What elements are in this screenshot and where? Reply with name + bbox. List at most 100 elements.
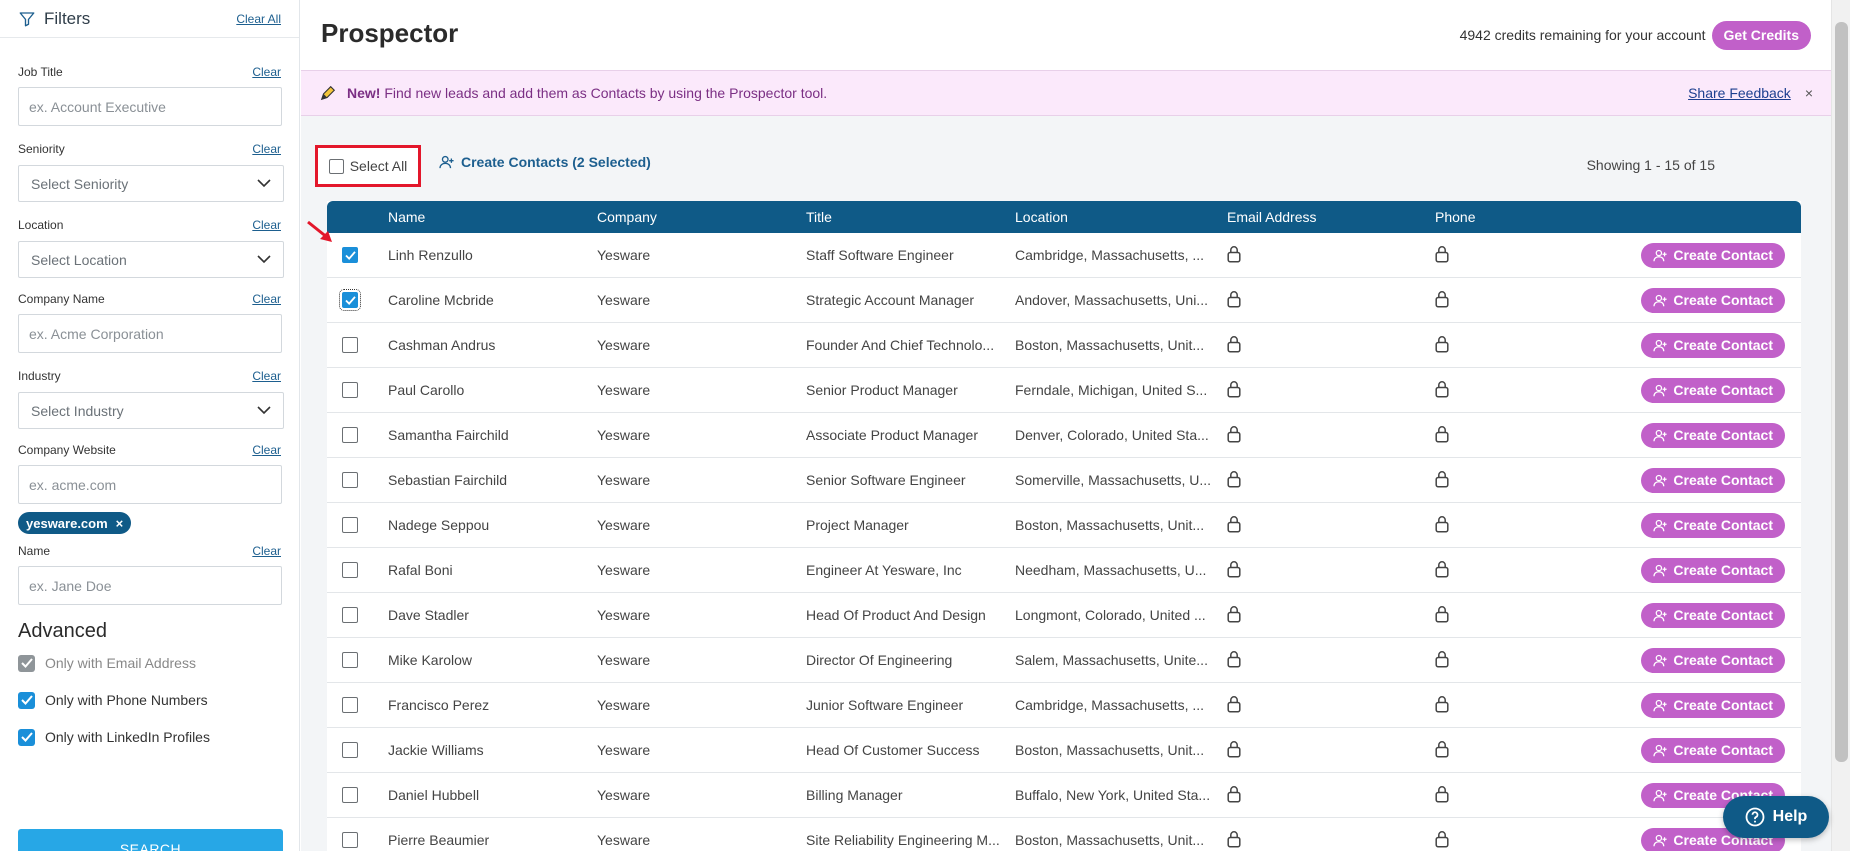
create-contact-button[interactable]: Create Contact (1641, 737, 1785, 763)
cell-location: Longmont, Colorado, United ... (1015, 607, 1206, 623)
create-contact-label: Create Contact (1673, 382, 1773, 398)
cell-name: Daniel Hubbell (388, 787, 480, 803)
add-user-icon (1653, 654, 1667, 666)
row-checkbox-checked[interactable] (339, 289, 361, 311)
only-email-option[interactable]: Only with Email Address (18, 652, 281, 674)
row-checkbox-checked[interactable] (342, 247, 358, 263)
location-select[interactable]: Select Location (18, 241, 284, 278)
checkbox-checked[interactable] (18, 728, 35, 746)
seniority-clear-link[interactable]: Clear (252, 142, 281, 156)
add-user-icon (439, 155, 454, 169)
create-contacts-selected-button[interactable]: Create Contacts (2 Selected) (439, 154, 651, 170)
create-contact-button[interactable]: Create Contact (1641, 557, 1785, 583)
row-checkbox-unchecked[interactable] (342, 427, 358, 443)
chip-remove-icon[interactable]: × (116, 516, 124, 531)
cell-name: Cashman Andrus (388, 337, 496, 353)
only-phone-label: Only with Phone Numbers (45, 692, 208, 708)
only-email-label: Only with Email Address (45, 655, 196, 671)
help-button[interactable]: Help (1723, 796, 1829, 838)
name-input[interactable] (18, 566, 282, 605)
add-user-icon (1653, 834, 1667, 846)
cell-title: Director Of Engineering (806, 652, 953, 668)
row-checkbox-unchecked[interactable] (342, 787, 358, 803)
cell-email-locked (1224, 740, 1432, 761)
industry-select[interactable]: Select Industry (18, 392, 284, 429)
row-checkbox-unchecked[interactable] (342, 337, 358, 353)
create-contact-label: Create Contact (1673, 697, 1773, 713)
lock-icon (1435, 830, 1449, 848)
filters-sidebar: Filters Clear All Job Title Clear Senior… (0, 0, 300, 851)
help-label: Help (1772, 808, 1808, 825)
row-checkbox-unchecked[interactable] (342, 652, 358, 668)
row-checkbox-unchecked[interactable] (342, 472, 358, 488)
name-clear-link[interactable]: Clear (252, 544, 281, 558)
cell-phone-locked (1432, 380, 1632, 401)
create-contact-button[interactable]: Create Contact (1641, 377, 1785, 403)
lock-icon (1227, 470, 1241, 488)
create-contact-button[interactable]: Create Contact (1641, 602, 1785, 628)
company-name-clear-link[interactable]: Clear (252, 292, 281, 306)
row-checkbox-unchecked[interactable] (342, 607, 358, 623)
cell-name: Rafal Boni (388, 562, 453, 578)
cell-title: Engineer At Yesware, Inc (806, 562, 962, 578)
get-credits-button[interactable]: Get Credits (1711, 20, 1811, 50)
share-feedback-link[interactable]: Share Feedback (1688, 85, 1791, 101)
lock-icon (1435, 380, 1449, 398)
search-button[interactable]: SEARCH (18, 829, 283, 851)
table-row: Pierre Beaumier Yesware Site Reliability E… (327, 818, 1801, 851)
company-name-input[interactable] (18, 314, 282, 353)
page-scrollbar[interactable] (1831, 0, 1850, 851)
seniority-label: Seniority (18, 142, 65, 156)
create-contact-label: Create Contact (1673, 472, 1773, 488)
job-title-input[interactable] (18, 87, 282, 126)
create-contact-button[interactable]: Create Contact (1641, 287, 1785, 313)
chevron-down-icon (257, 179, 271, 188)
top-bar: Prospector 4942 credits remaining for yo… (301, 0, 1831, 70)
only-phone-option[interactable]: Only with Phone Numbers (18, 689, 281, 711)
checkbox-checked[interactable] (18, 691, 35, 709)
cell-email-locked (1224, 470, 1432, 491)
cell-location: Boston, Massachusetts, Unit... (1015, 832, 1205, 848)
cell-title: Billing Manager (806, 787, 903, 803)
clear-all-link[interactable]: Clear All (236, 12, 281, 26)
company-website-input[interactable] (18, 465, 282, 504)
create-contact-button[interactable]: Create Contact (1641, 647, 1785, 673)
create-contact-button[interactable]: Create Contact (1641, 242, 1785, 268)
row-checkbox-unchecked[interactable] (342, 742, 358, 758)
row-checkbox-unchecked[interactable] (342, 382, 358, 398)
cell-phone-locked (1432, 785, 1632, 806)
create-contact-button[interactable]: Create Contact (1641, 332, 1785, 358)
cell-location: Denver, Colorado, United Sta... (1015, 427, 1209, 443)
scrollbar-thumb[interactable] (1835, 22, 1848, 762)
location-clear-link[interactable]: Clear (252, 218, 281, 232)
create-contact-button[interactable]: Create Contact (1641, 512, 1785, 538)
cell-phone-locked (1432, 560, 1632, 581)
cell-company: Yesware (597, 607, 651, 623)
create-contact-button[interactable]: Create Contact (1641, 422, 1785, 448)
only-linkedin-option[interactable]: Only with LinkedIn Profiles (18, 726, 281, 748)
table-row: Cashman Andrus Yesware Founder And Chief T… (327, 323, 1801, 368)
pencil-icon (320, 85, 336, 101)
checkbox-checked-disabled[interactable] (18, 654, 35, 672)
row-checkbox-unchecked[interactable] (342, 562, 358, 578)
cell-location: Andover, Massachusetts, Uni... (1015, 292, 1208, 308)
row-checkbox-unchecked[interactable] (342, 517, 358, 533)
row-checkbox-unchecked[interactable] (342, 697, 358, 713)
select-all-checkbox[interactable]: Select All (315, 145, 421, 187)
industry-clear-link[interactable]: Clear (252, 369, 281, 383)
chevron-down-icon (257, 406, 271, 415)
main-panel: Prospector 4942 credits remaining for yo… (301, 0, 1831, 851)
close-icon[interactable]: × (1805, 85, 1813, 101)
row-checkbox-unchecked[interactable] (342, 832, 358, 848)
company-website-clear-link[interactable]: Clear (252, 443, 281, 457)
cell-company: Yesware (597, 787, 651, 803)
add-user-icon (1653, 744, 1667, 756)
lock-icon (1227, 245, 1241, 263)
check-icon (20, 695, 33, 705)
checkbox-unchecked[interactable] (328, 158, 344, 174)
create-contact-button[interactable]: Create Contact (1641, 692, 1785, 718)
cell-phone-locked (1432, 830, 1632, 851)
job-title-clear-link[interactable]: Clear (252, 65, 281, 79)
seniority-select[interactable]: Select Seniority (18, 165, 284, 202)
create-contact-button[interactable]: Create Contact (1641, 467, 1785, 493)
